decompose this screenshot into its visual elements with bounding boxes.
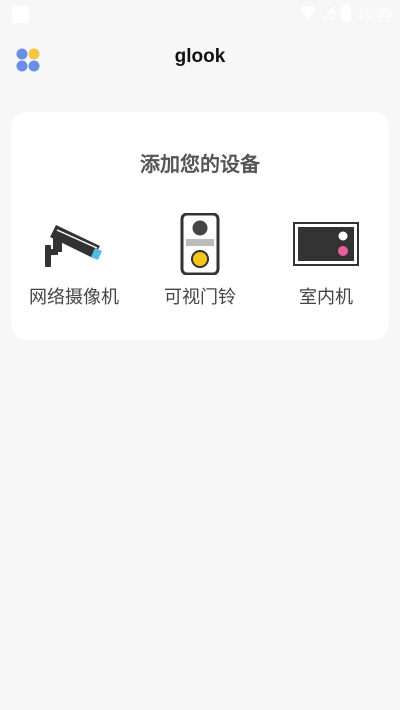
wifi-icon (299, 5, 317, 19)
battery-icon (340, 4, 351, 21)
device-label: 网络摄像机 (29, 287, 119, 308)
app-header: glook (0, 40, 400, 76)
card-title: 添加您的设备 (140, 152, 260, 176)
indoor-monitor-icon (293, 222, 359, 266)
device-option-video-doorbell[interactable]: 可视门铃 (137, 212, 263, 312)
status-icons: 10:39 (299, 4, 392, 21)
app-title: glook (174, 46, 226, 67)
signal-icon (322, 5, 335, 20)
device-label: 室内机 (299, 287, 353, 308)
add-device-card: 添加您的设备 网络摄像机 可视门铃 室内机 (11, 112, 389, 340)
device-option-network-camera[interactable]: 网络摄像机 (11, 212, 137, 312)
video-doorbell-icon (180, 213, 220, 275)
device-label: 可视门铃 (164, 287, 236, 308)
device-option-indoor-unit[interactable]: 室内机 (263, 212, 389, 312)
status-bar: 10:39 (0, 0, 400, 28)
security-camera-icon (45, 225, 102, 267)
notification-icon (12, 6, 29, 23)
status-time: 10:39 (356, 4, 392, 21)
